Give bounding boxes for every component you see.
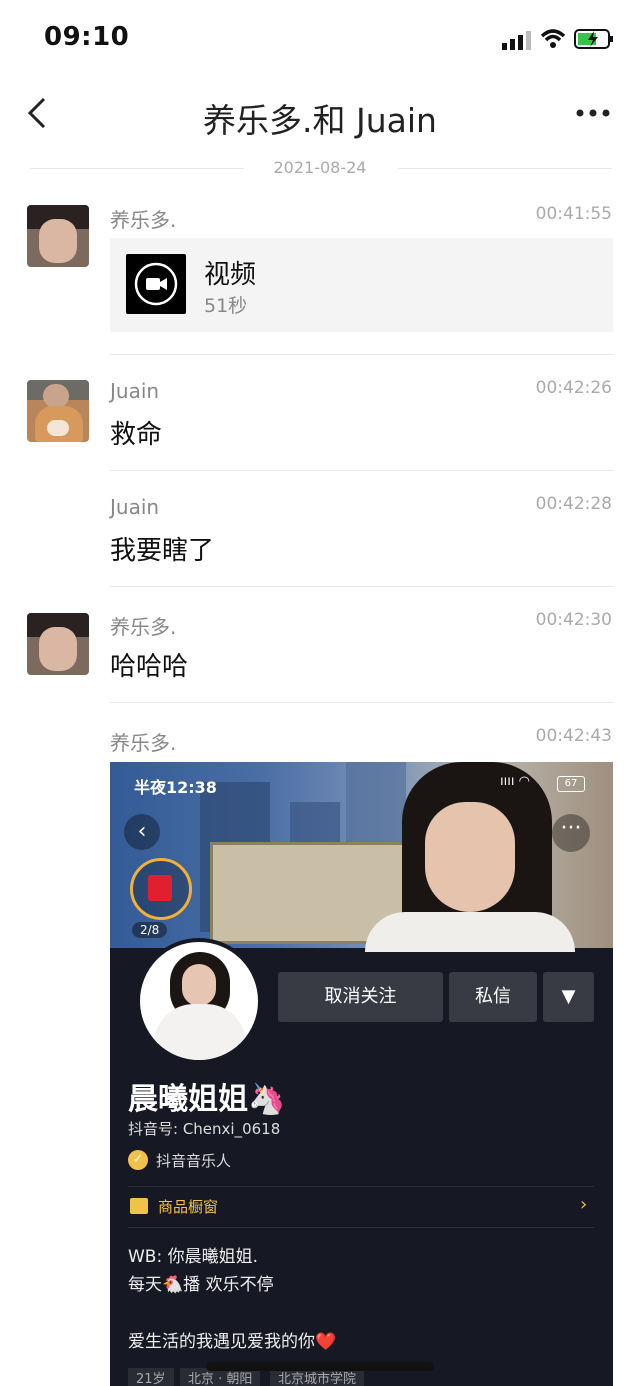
more-dots-icon[interactable] [575, 108, 611, 118]
red-packet-icon [130, 858, 192, 920]
bio-line: WB: 你晨曦姐姐. [128, 1247, 259, 1267]
date-divider: 2021-08-24 [273, 158, 367, 177]
chat-title: 养乐多.和 Juain [203, 101, 437, 140]
wifi-icon [540, 29, 566, 48]
unfollow-button: 取消关注 [278, 972, 443, 1022]
home-indicator[interactable] [206, 1362, 434, 1371]
message-time: 00:41:55 [535, 204, 612, 224]
message-text: 救命 [110, 420, 163, 450]
message-text: 我要瞎了 [110, 536, 215, 566]
message-separator [110, 702, 613, 703]
message-separator [110, 354, 613, 355]
cellular-signal-icon [502, 31, 531, 50]
chevron-right-icon: › [580, 1194, 588, 1215]
screenshot-battery: 67 [557, 776, 585, 792]
profile-tag: 21岁 [128, 1368, 174, 1386]
message-time: 00:42:28 [535, 494, 612, 514]
message-separator [110, 470, 613, 471]
screenshot-back-icon: ‹ [124, 814, 160, 850]
shared-screenshot-image[interactable]: 半夜12:38 ıııı ◠ 67 ‹ ··· 2/8 取消关注 私信 ▼ 晨曦… [110, 762, 613, 1386]
message-time: 00:42:30 [535, 610, 612, 630]
video-camera-icon [126, 254, 186, 314]
video-duration: 51秒 [204, 295, 248, 317]
sender-name: 养乐多. [110, 208, 177, 232]
sender-name: 养乐多. [110, 615, 177, 639]
battery-charging-icon [574, 29, 613, 49]
shop-window-label: 商品橱窗 [158, 1198, 219, 1216]
profile-name: 晨曦姐姐🦄 [128, 1082, 286, 1117]
private-message-button: 私信 [449, 972, 537, 1022]
divider [128, 1227, 594, 1228]
message-text: 哈哈哈 [110, 652, 189, 682]
avatar-yangleduo[interactable] [27, 205, 89, 267]
verified-check-icon: ✓ [128, 1150, 148, 1170]
avatar-yangleduo[interactable] [27, 613, 89, 675]
sender-name: Juain [110, 495, 160, 519]
message-time: 00:42:26 [535, 378, 612, 398]
status-time: 09:10 [44, 22, 130, 52]
screenshot-more-icon: ··· [552, 814, 590, 852]
avatar-juain[interactable] [27, 380, 89, 442]
coin-progress: 2/8 [132, 922, 168, 938]
bio-line: 爱生活的我遇见爱我的你❤️ [128, 1332, 337, 1352]
douyin-id: 抖音号: Chenxi_0618 [128, 1120, 281, 1138]
shop-icon [130, 1198, 148, 1214]
message-time: 00:42:43 [535, 726, 612, 746]
profile-avatar [136, 938, 262, 1064]
bio-line: 每天🐔播 欢乐不停 [128, 1275, 274, 1295]
video-title: 视频 [204, 260, 257, 290]
divider [128, 1186, 594, 1187]
screenshot-signal-icon: ıııı ◠ [500, 774, 530, 789]
sender-name: 养乐多. [110, 731, 177, 755]
sender-name: Juain [110, 379, 160, 403]
musician-badge: 抖音音乐人 [156, 1152, 232, 1170]
message-separator [110, 586, 613, 587]
dropdown-triangle-icon: ▼ [543, 972, 594, 1022]
screenshot-status-time: 半夜12:38 [134, 778, 217, 797]
